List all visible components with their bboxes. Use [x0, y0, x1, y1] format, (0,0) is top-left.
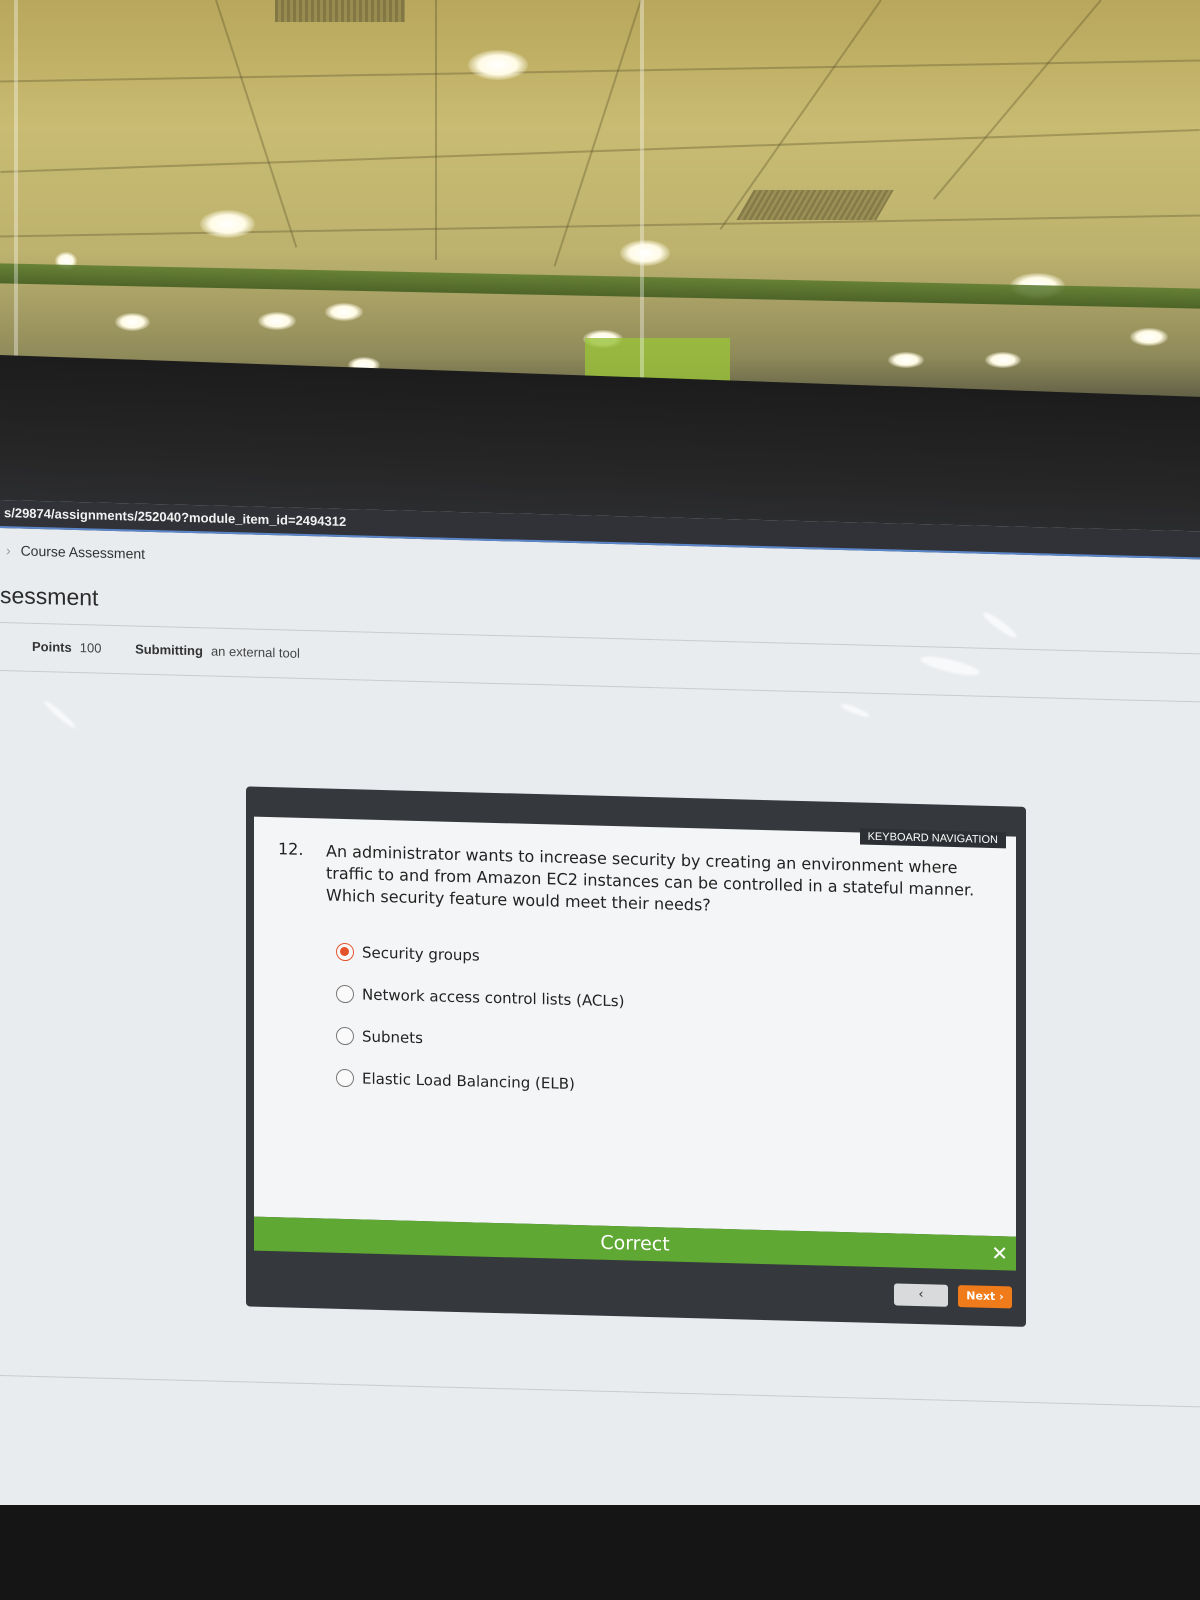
- keyboard-navigation-button[interactable]: KEYBOARD NAVIGATION: [859, 828, 1006, 849]
- quiz-panel: KEYBOARD NAVIGATION 12. An administrator…: [246, 786, 1026, 1327]
- radio-selected-icon[interactable]: [336, 942, 354, 962]
- answer-option-label: Network access control lists (ACLs): [362, 985, 625, 1011]
- radio-icon[interactable]: [336, 1068, 354, 1088]
- ceiling-light: [258, 312, 296, 330]
- divider: [0, 1375, 1200, 1408]
- question-text: An administrator wants to increase secur…: [326, 841, 975, 915]
- breadcrumb: › Course Assessment: [6, 542, 145, 562]
- points-value: 100: [79, 640, 102, 656]
- ceiling-light: [1130, 328, 1168, 346]
- monitor-bezel-bottom: [0, 1505, 1200, 1600]
- ceiling-light: [200, 210, 255, 238]
- answer-option-label: Subnets: [362, 1027, 423, 1048]
- divider: [0, 670, 1200, 703]
- ceiling-light: [468, 50, 528, 80]
- breadcrumb-current[interactable]: Course Assessment: [21, 543, 146, 562]
- answer-option[interactable]: Elastic Load Balancing (ELB): [336, 1068, 575, 1094]
- assignment-meta: Points 100 Submitting an external tool: [32, 639, 300, 661]
- ceiling-light: [115, 313, 150, 331]
- ceiling-light: [620, 240, 670, 266]
- url-text: s/29874/assignments/252040?module_item_i…: [4, 505, 347, 530]
- answer-option[interactable]: Security groups: [336, 942, 480, 965]
- ceiling-light: [985, 352, 1021, 368]
- next-button[interactable]: Next ›: [958, 1285, 1012, 1309]
- radio-icon[interactable]: [336, 984, 354, 1004]
- breadcrumb-separator: ›: [6, 542, 11, 559]
- page-title: sessment: [0, 582, 99, 611]
- previous-button[interactable]: ‹: [894, 1283, 948, 1307]
- result-label: Correct: [600, 1231, 670, 1256]
- radio-icon[interactable]: [336, 1026, 354, 1046]
- submitting-label: Submitting: [135, 641, 203, 659]
- monitor-screen: s/29874/assignments/252040?module_item_i…: [0, 500, 1200, 1562]
- answer-option[interactable]: Network access control lists (ACLs): [336, 984, 625, 1011]
- close-icon[interactable]: ✕: [991, 1236, 1008, 1270]
- question-card: KEYBOARD NAVIGATION 12. An administrator…: [254, 816, 1016, 1237]
- submitting-value: an external tool: [210, 643, 300, 661]
- points-label: Points: [32, 638, 72, 655]
- answer-option-label: Elastic Load Balancing (ELB): [362, 1069, 575, 1094]
- answer-option-label: Security groups: [362, 943, 480, 965]
- answer-option[interactable]: Subnets: [336, 1026, 423, 1048]
- ceiling-light: [325, 303, 363, 321]
- question-number: 12.: [278, 839, 304, 859]
- ceiling-background: [0, 0, 1200, 420]
- ceiling-light: [888, 352, 924, 368]
- wall-stripe: [0, 263, 1200, 309]
